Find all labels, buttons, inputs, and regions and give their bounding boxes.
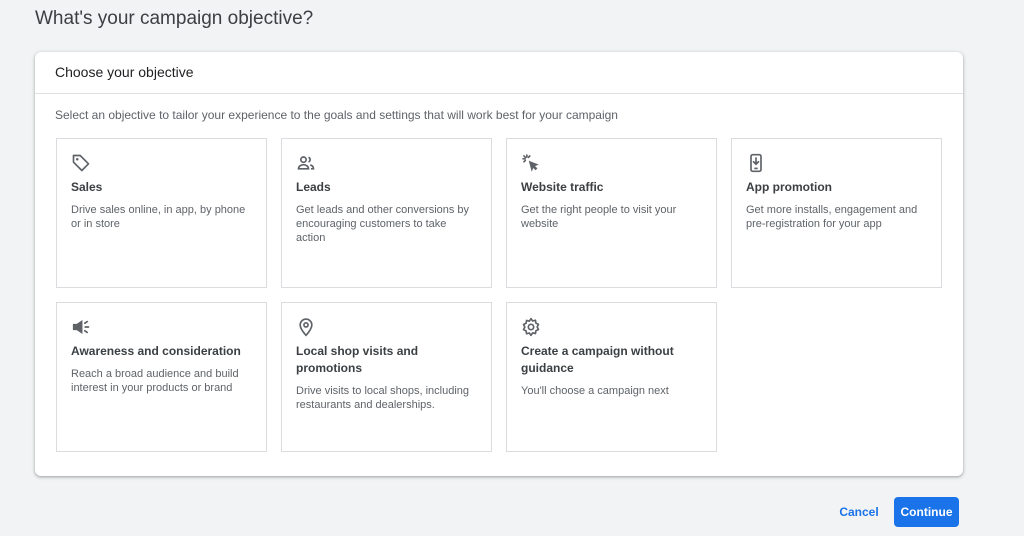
objective-tile-local-shop-visits[interactable]: Local shop visits and promotions Drive v…	[281, 302, 492, 452]
tile-description: Get the right people to visit your websi…	[521, 204, 677, 230]
objective-tile-leads[interactable]: Leads Get leads and other conversions by…	[281, 138, 492, 288]
tile-title: Create a campaign without guidance	[521, 344, 674, 375]
tile-description: Get leads and other conversions by encou…	[296, 204, 470, 244]
phone-download-icon	[746, 153, 766, 173]
objective-tile-awareness[interactable]: Awareness and consideration Reach a broa…	[56, 302, 267, 452]
tile-title: App promotion	[746, 180, 832, 194]
people-icon	[296, 153, 316, 173]
tile-title: Local shop visits and promotions	[296, 344, 419, 375]
card-subtitle: Select an objective to tailor your exper…	[55, 108, 618, 122]
continue-button[interactable]: Continue	[894, 497, 959, 527]
tile-title: Website traffic	[521, 180, 604, 194]
tile-description: Drive visits to local shops, including r…	[296, 385, 470, 411]
tag-icon	[71, 153, 91, 173]
card-header: Choose your objective	[35, 52, 963, 94]
location-pin-icon	[296, 317, 316, 337]
tile-description: Reach a broad audience and build interes…	[71, 368, 239, 394]
objective-tile-no-guidance[interactable]: Create a campaign without guidance You'l…	[506, 302, 717, 452]
megaphone-icon	[71, 317, 91, 337]
tile-description: Get more installs, engagement and pre-re…	[746, 204, 918, 230]
tile-title: Sales	[71, 180, 103, 194]
objective-card: Choose your objective Select an objectiv…	[35, 52, 963, 476]
objective-tile-app-promotion[interactable]: App promotion Get more installs, engagem…	[731, 138, 942, 288]
tile-description: Drive sales online, in app, by phone or …	[71, 204, 246, 230]
objective-tile-sales[interactable]: Sales Drive sales online, in app, by pho…	[56, 138, 267, 288]
page-title: What's your campaign objective?	[35, 8, 314, 29]
tile-description: You'll choose a campaign next	[521, 385, 669, 397]
cursor-click-icon	[521, 153, 541, 173]
tile-title: Awareness and consideration	[71, 344, 241, 358]
objective-tile-website-traffic[interactable]: Website traffic Get the right people to …	[506, 138, 717, 288]
cancel-button[interactable]: Cancel	[832, 498, 886, 526]
gear-icon	[521, 317, 541, 337]
tile-title: Leads	[296, 180, 331, 194]
